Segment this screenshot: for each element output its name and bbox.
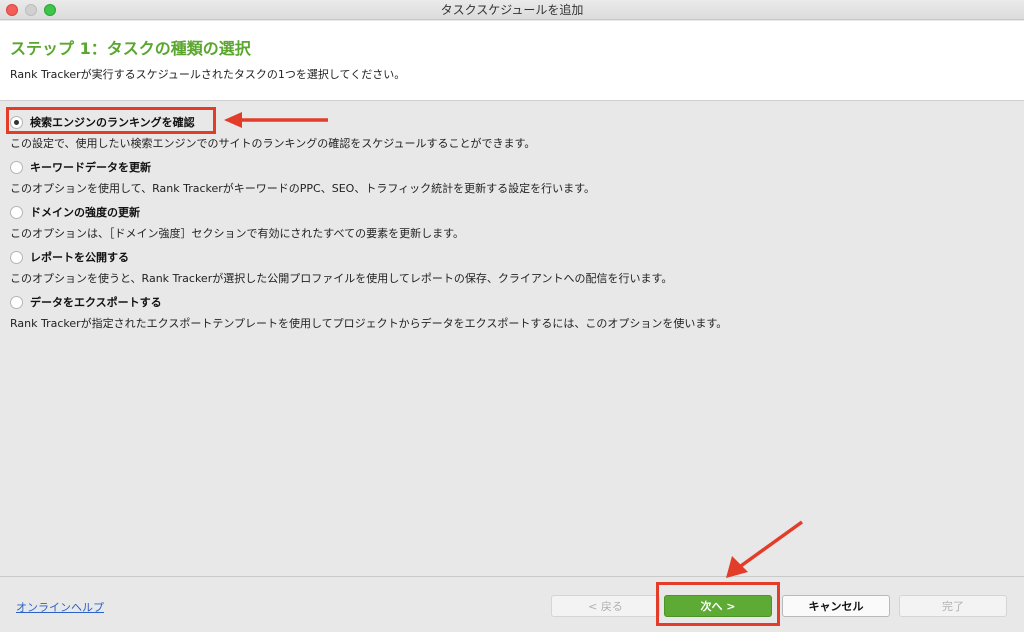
option-description: このオプションは、［ドメイン強度］セクションで有効にされたすべての要素を更新しま…: [10, 227, 464, 240]
radio-update-domain-strength[interactable]: [10, 205, 23, 219]
finish-button[interactable]: 完了: [899, 595, 1007, 617]
radio-update-keyword-data[interactable]: [10, 160, 23, 174]
step-title: ステップ 1：タスクの種類の選択: [10, 39, 251, 58]
cancel-button[interactable]: キャンセル: [782, 595, 890, 617]
option-label: レポートを公開する: [30, 251, 129, 264]
annotation-highlight-next-box: [656, 582, 780, 626]
maximize-window-button[interactable]: [44, 4, 56, 16]
wizard-header: ステップ 1：タスクの種類の選択 Rank Trackerが実行するスケジュール…: [0, 21, 1024, 101]
title-bar: タスクスケジュールを追加: [0, 0, 1024, 20]
radio-export-data[interactable]: [10, 295, 23, 309]
online-help-link[interactable]: オンラインヘルプ: [16, 599, 104, 615]
minimize-window-button[interactable]: [25, 4, 37, 16]
option-label: キーワードデータを更新: [30, 161, 151, 174]
annotation-arrow-diagonal-icon: [726, 520, 804, 578]
option-description: このオプションを使用して、Rank TrackerがキーワードのPPC、SEO、…: [10, 182, 595, 195]
footer-divider: [0, 576, 1024, 577]
option-description: このオプションを使うと、Rank Trackerが選択した公開プロファイルを使用…: [10, 272, 673, 285]
option-export-data[interactable]: データをエクスポートする Rank Trackerが指定されたエクスポートテンプ…: [10, 292, 727, 331]
back-button[interactable]: < 戻る: [551, 595, 660, 617]
close-window-button[interactable]: [6, 4, 18, 16]
radio-publish-report[interactable]: [10, 250, 23, 264]
annotation-arrow-left-icon: [224, 112, 328, 128]
option-update-keyword-data[interactable]: キーワードデータを更新 このオプションを使用して、Rank Trackerがキー…: [10, 157, 595, 196]
option-label: データをエクスポートする: [30, 296, 162, 309]
option-update-domain-strength[interactable]: ドメインの強度の更新 このオプションは、［ドメイン強度］セクションで有効にされた…: [10, 202, 464, 241]
option-label: ドメインの強度の更新: [30, 206, 140, 219]
add-task-schedule-dialog: タスクスケジュールを追加 ステップ 1：タスクの種類の選択 Rank Track…: [0, 0, 1024, 632]
window-controls: [6, 4, 56, 16]
option-description: Rank Trackerが指定されたエクスポートテンプレートを使用してプロジェク…: [10, 317, 728, 330]
window-title: タスクスケジュールを追加: [440, 3, 584, 17]
option-publish-report[interactable]: レポートを公開する このオプションを使うと、Rank Trackerが選択した公…: [10, 247, 672, 286]
step-description: Rank Trackerが実行するスケジュールされたタスクの1つを選択してくださ…: [10, 68, 406, 81]
annotation-highlight-box: [6, 107, 216, 134]
option-description: この設定で、使用したい検索エンジンでのサイトのランキングの確認をスケジュールする…: [10, 137, 536, 150]
